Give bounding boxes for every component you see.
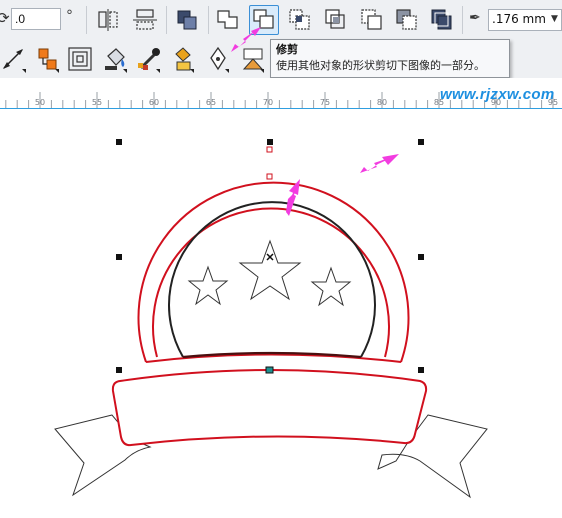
front-minus-back-button[interactable] — [357, 5, 387, 35]
back-minus-front-icon — [396, 9, 417, 30]
mirror-horizontal-icon — [98, 9, 118, 31]
outline-width-select[interactable]: .176 mm ▼ — [488, 9, 562, 31]
site-watermark: www.rjzxw.com — [440, 86, 555, 103]
ruler-label: 65 — [205, 98, 217, 107]
annotation-arrow-outer-head-icon — [382, 154, 399, 165]
simplify-button[interactable] — [321, 5, 351, 35]
handle-middle-left — [116, 254, 122, 260]
outline-width-value: .176 mm — [492, 12, 546, 26]
tooltip-description: 使用其他对象的形状剪切下图像的一部分。 — [276, 59, 485, 72]
create-boundary-button[interactable] — [427, 5, 457, 35]
pen-nib-icon: ✒ — [469, 10, 481, 26]
left-star[interactable] — [187, 265, 229, 306]
ribbon-banner[interactable] — [111, 369, 428, 447]
mirror-vertical-button[interactable] — [130, 5, 160, 35]
front-minus-back-icon — [361, 9, 382, 30]
artwork — [54, 139, 488, 499]
handle-bottom-center[interactable] — [265, 366, 274, 374]
handle-top-right — [418, 139, 424, 145]
right-star[interactable] — [310, 266, 352, 307]
contour-tool-button[interactable] — [65, 44, 95, 74]
center-star[interactable] — [238, 239, 302, 301]
property-bar: ⟳ ° — [0, 0, 562, 41]
contour-icon — [68, 47, 92, 71]
handle-top-left — [116, 139, 122, 145]
combine-button[interactable] — [172, 5, 202, 35]
mirror-horizontal-button[interactable] — [93, 5, 123, 35]
drawing-canvas[interactable] — [0, 109, 562, 514]
handle-top-center — [267, 139, 273, 145]
create-boundary-icon — [431, 9, 452, 30]
annotation-arrow-icon — [231, 27, 261, 52]
mirror-vertical-icon — [133, 9, 157, 30]
handle-bottom-left — [116, 367, 122, 373]
ruler-label: 50 — [34, 98, 46, 107]
ruler-label: 55 — [91, 98, 103, 107]
annotation-arrow-inner-head-icon — [289, 179, 300, 195]
rotation-input[interactable] — [11, 8, 61, 30]
node-inner-top[interactable] — [266, 173, 273, 180]
tooltip-title: 修剪 — [276, 43, 298, 56]
rotate-icon: ⟳ — [0, 9, 10, 27]
ruler-label: 80 — [376, 98, 388, 107]
rotation-unit-mark: ° — [66, 8, 73, 24]
intersect-icon — [289, 9, 310, 30]
node-outer-top[interactable] — [266, 146, 273, 153]
trim-tooltip: 修剪 使用其他对象的形状剪切下图像的一部分。 — [270, 39, 510, 78]
handle-bottom-right — [418, 367, 424, 373]
intersect-button[interactable] — [285, 5, 315, 35]
back-minus-front-button[interactable] — [392, 5, 422, 35]
ruler-label: 60 — [148, 98, 160, 107]
ruler-label: 70 — [262, 98, 274, 107]
combine-icon — [177, 10, 197, 30]
handle-middle-right — [418, 254, 424, 260]
simplify-icon — [325, 9, 345, 29]
chevron-down-icon: ▼ — [551, 14, 558, 24]
ruler-label: 75 — [319, 98, 331, 107]
